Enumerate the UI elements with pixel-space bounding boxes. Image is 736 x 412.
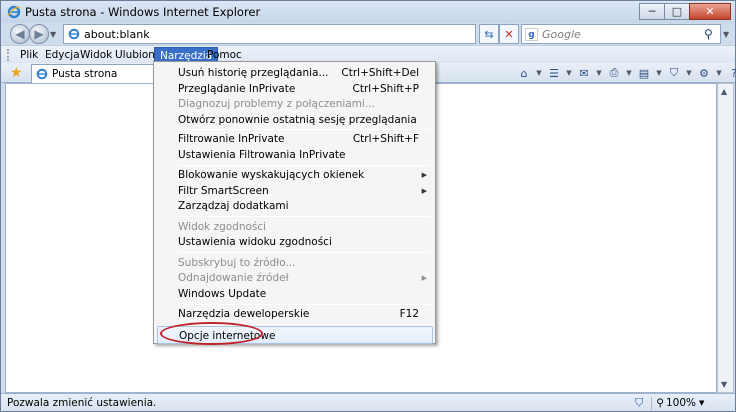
address-url: about:blank [84,28,150,41]
close-button[interactable]: ✕ [689,3,731,20]
google-icon: g [525,28,538,41]
status-divider [651,396,653,410]
history-dropdown-icon[interactable]: ▼ [50,30,56,39]
vertical-scrollbar[interactable]: ▲ ▼ [717,83,734,393]
scroll-down-icon[interactable]: ▼ [721,380,727,389]
tab-pusta-strona[interactable]: Pusta strona [31,64,156,83]
ie-page-icon [36,68,48,80]
menu-item-manage-addons[interactable]: Zarządzaj dodatkami [157,197,433,215]
print-icon[interactable]: ⎙ [603,65,625,81]
window-title: Pusta strona - Windows Internet Explorer [25,5,261,19]
feeds-icon[interactable]: ☰ [543,65,565,81]
scroll-up-icon[interactable]: ▲ [721,87,727,96]
menu-item-label: Ustawienia Filtrowania InPrivate [178,149,346,161]
status-bar: Pozwala zmienić ustawienia. ⛉ ⚲ 100% ▼ [1,393,735,411]
address-buttons: ⇆ ✕ [479,24,519,44]
favorites-star-icon[interactable]: ★ [10,65,23,81]
mail-dropdown-icon[interactable]: ▼ [595,65,603,81]
command-bar: ⌂ ▼ ☰ ▼ ✉ ▼ ⎙ ▼ ▤ ▼ ⛉ ▼ ⚙ ▼ ? ▼ [513,65,736,81]
protected-mode-icon[interactable]: ⛉ [635,396,643,410]
feeds-dropdown-icon[interactable]: ▼ [565,65,573,81]
menu-item-shortcut: F12 [399,308,419,320]
forward-button[interactable]: ▶ [29,24,49,44]
search-box[interactable]: g Google [521,24,721,44]
highlight-ellipse [160,322,263,345]
zoom-dropdown-icon[interactable]: ▼ [699,399,704,407]
menu-plik[interactable]: Plik [15,47,43,63]
stop-icon[interactable]: ✕ [499,24,519,44]
status-text: Pozwala zmienić ustawienia. [7,397,157,409]
safety-dropdown-icon[interactable]: ▼ [685,65,693,81]
window-controls: ─ □ ✕ [639,3,731,20]
help-icon[interactable]: ? [723,65,736,81]
menu-item-windows-update[interactable]: Windows Update [157,285,433,303]
page-icon[interactable]: ▤ [633,65,655,81]
search-input[interactable]: Google [542,28,581,41]
tools-menu: Usuń historię przeglądania... Ctrl+Shift… [153,61,436,344]
status-right: ⛉ ⚲ 100% ▼ [635,396,704,410]
title-bar: Pusta strona - Windows Internet Explorer… [1,1,735,23]
ie-logo-icon [7,5,21,19]
mail-icon[interactable]: ✉ [573,65,595,81]
home-dropdown-icon[interactable]: ▼ [535,65,543,81]
menu-item-developer-tools[interactable]: Narzędzia deweloperskie F12 [157,305,433,323]
ie-page-icon [68,28,80,40]
tab-title: Pusta strona [52,68,118,80]
menu-item-compatibility-view-settings[interactable]: Ustawienia widoku zgodności [157,233,433,251]
zoom-magnifier-icon[interactable]: ⚲ [656,397,664,409]
menu-item-label: Windows Update [178,288,267,300]
tools-dropdown-icon[interactable]: ▼ [715,65,723,81]
refresh-icon[interactable]: ⇆ [479,24,499,44]
safety-shield-icon[interactable]: ⛉ [663,65,685,81]
search-options-dropdown-icon[interactable]: ▼ [723,30,729,39]
menu-item-label: Zarządzaj dodatkami [178,200,289,212]
menu-item-label: Ustawienia widoku zgodności [178,236,332,248]
back-button[interactable]: ◀ [10,24,30,44]
address-field[interactable]: about:blank [63,24,476,44]
menu-separator [178,252,430,253]
address-row: ◀ ▶ ▼ about:blank ⇆ ✕ g Google ⚲ ▼ [1,23,735,45]
maximize-button[interactable]: □ [664,3,690,20]
zoom-level[interactable]: 100% [666,397,696,409]
menu-item-label: Narzędzia deweloperskie [178,308,310,320]
minimize-button[interactable]: ─ [639,3,665,20]
gear-icon[interactable]: ⚙ [693,65,715,81]
page-dropdown-icon[interactable]: ▼ [655,65,663,81]
search-magnifier-icon[interactable]: ⚲ [704,27,713,41]
menu-separator [178,216,430,217]
home-icon[interactable]: ⌂ [513,65,535,81]
print-dropdown-icon[interactable]: ▼ [625,65,633,81]
menu-item-label: Otwórz ponownie ostatnią sesję przegląda… [178,114,417,126]
menu-item-reopen-session[interactable]: Otwórz ponownie ostatnią sesję przegląda… [157,111,433,129]
menu-grip [7,49,10,61]
menu-item-inprivate-filtering-settings[interactable]: Ustawienia Filtrowania InPrivate [157,146,433,164]
